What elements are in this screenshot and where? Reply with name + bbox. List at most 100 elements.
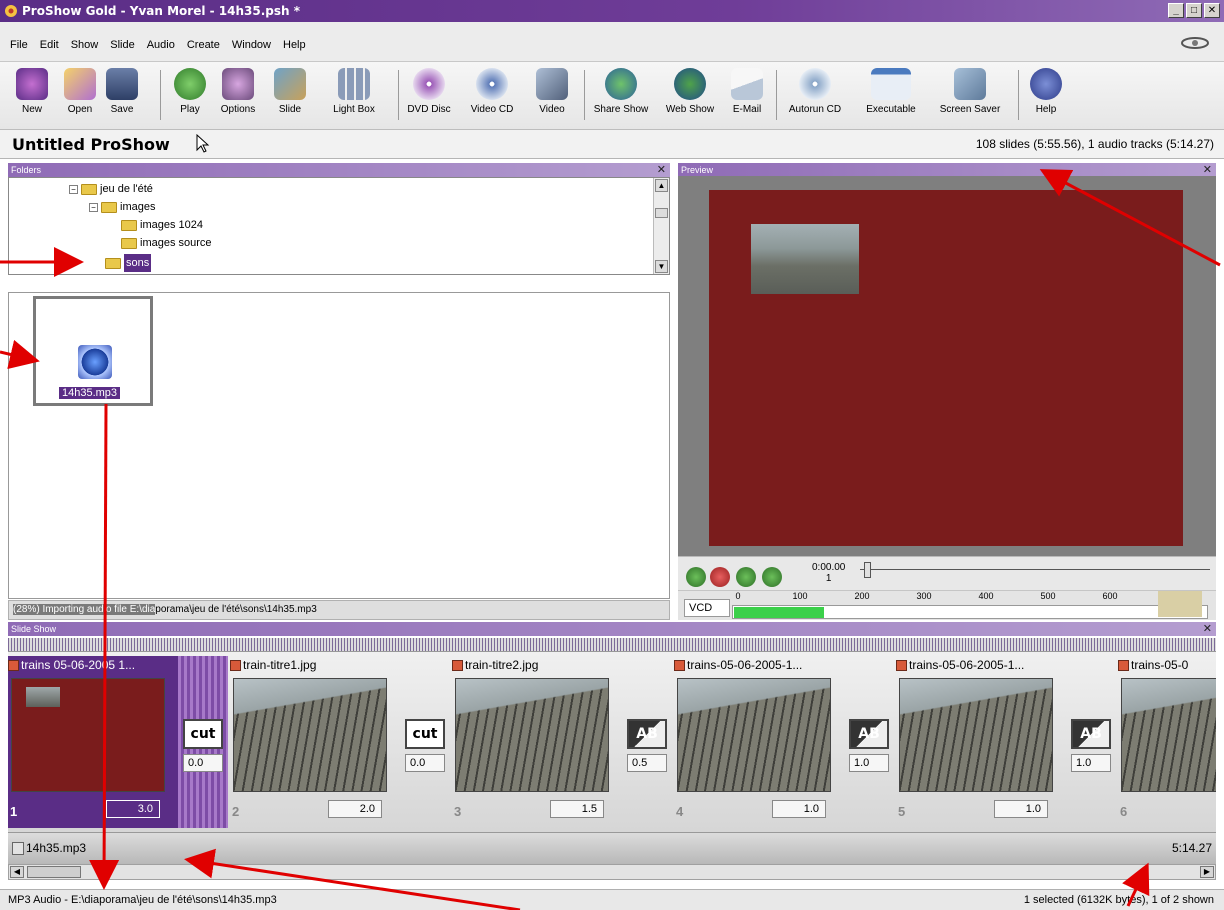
folders-scrollbar[interactable]: ▲ ▼ [653,178,669,274]
file-tile-mp3[interactable]: 14h35.mp3 [33,296,153,406]
transition-duration[interactable]: 0.0 [183,754,223,772]
save-button[interactable]: Save [104,68,140,115]
menu-audio[interactable]: Audio [147,39,175,51]
play-button[interactable]: Play [172,68,208,115]
vcd-tick-label: 300 [916,591,932,601]
collapse-icon[interactable]: − [89,202,98,212]
slide-4[interactable]: trains-05-06-2005-1... 4 1.0 [674,656,844,828]
scroll-right-icon[interactable]: ▶ [1200,866,1214,878]
slide-duration[interactable]: 1.0 [772,800,826,818]
slide-2[interactable]: train-titre1.jpg 2 2.0 [230,656,400,828]
stop-icon[interactable] [710,567,730,587]
video-cd-button[interactable]: Video CD [464,68,520,115]
transition-duration[interactable]: 0.0 [405,754,445,772]
crossfade-transition-icon[interactable]: AB [627,719,667,749]
vcd-limit-marker [1158,591,1202,617]
menu-help[interactable]: Help [283,39,306,51]
transition-duration[interactable]: 1.0 [849,754,889,772]
playback-controls: 0:00.00 1 [678,556,1216,590]
slide-3[interactable]: train-titre2.jpg 3 1.5 [452,656,622,828]
slide-number: 2 [232,804,240,819]
maximize-button[interactable]: □ [1186,3,1202,18]
tree-item-sons[interactable]: sons [105,254,152,272]
playback-slider-thumb[interactable] [864,562,871,578]
menu-show[interactable]: Show [71,39,99,51]
scroll-left-icon[interactable]: ◀ [10,866,24,878]
web-show-button[interactable]: Web Show [660,68,720,115]
menu-create[interactable]: Create [187,39,220,51]
transition-1[interactable]: cut 0.0 [178,656,228,828]
audio-track[interactable]: 14h35.mp3 5:14.27 [8,832,1216,864]
share-show-button[interactable]: Share Show [588,68,654,115]
crossfade-transition-icon[interactable]: AB [1071,719,1111,749]
playback-slider-track[interactable] [860,569,1210,570]
play-icon[interactable] [686,567,706,587]
scroll-thumb[interactable] [655,208,668,218]
tree-item-images[interactable]: − images [89,198,155,216]
folder-icon [81,183,97,195]
selected-file-path: MP3 Audio - E:\diaporama\jeu de l'été\so… [8,894,277,906]
open-button[interactable]: Open [62,68,98,115]
executable-button[interactable]: Executable [858,68,924,115]
dvd-disc-button[interactable]: DVD Disc [402,68,456,115]
slide-thumbnail [455,678,609,792]
slide-1[interactable]: trains 05-06-2005 1... 1 3.0 [8,656,178,828]
title-bar: ProShow Gold - Yvan Morel - 14h35.psh * … [0,0,1224,22]
scroll-down-icon[interactable]: ▼ [655,260,668,273]
preview-area [678,176,1216,556]
screen-saver-icon [954,68,986,100]
transition-duration[interactable]: 0.5 [627,754,667,772]
scroll-thumb[interactable] [27,866,81,878]
tree-item-images-1024[interactable]: images 1024 [121,216,203,234]
tree-item-jeu-de-lete[interactable]: − jeu de l'été [69,180,153,198]
scroll-up-icon[interactable]: ▲ [655,179,668,192]
slide-number: 6 [1120,804,1128,819]
video-camera-icon [536,68,568,100]
tree-item-images-source[interactable]: images source [121,234,212,252]
slide-duration[interactable]: 2.0 [328,800,382,818]
eye-logo-icon [1181,37,1209,49]
close-icon[interactable]: ✕ [657,163,666,177]
slide-duration[interactable]: 1.5 [550,800,604,818]
screen-saver-button[interactable]: Screen Saver [930,68,1010,115]
vcd-format-select[interactable]: VCD [684,599,730,617]
light-box-button[interactable]: Light Box [330,68,378,115]
cut-transition-icon[interactable]: cut [183,719,223,749]
transition-2[interactable]: cut 0.0 [400,656,450,828]
slide-header: trains-05-06-2005-1... [896,656,1066,674]
menu-window[interactable]: Window [232,39,271,51]
slide-5[interactable]: trains-05-06-2005-1... 5 1.0 [896,656,1066,828]
slide-thumbnail [677,678,831,792]
transition-5[interactable]: AB 1.0 [1066,656,1116,828]
menu-file[interactable]: File [10,39,28,51]
autorun-cd-button[interactable]: Autorun CD [780,68,850,115]
minimize-button[interactable]: _ [1168,3,1184,18]
menu-slide[interactable]: Slide [110,39,134,51]
slide-duration[interactable]: 3.0 [106,800,160,818]
slide-thumbnail [899,678,1053,792]
close-button[interactable]: ✕ [1204,3,1220,18]
image-file-icon [230,659,241,671]
cut-transition-icon[interactable]: cut [405,719,445,749]
slide-strip-scrollbar[interactable]: ◀ ▶ [8,864,1216,880]
close-icon[interactable]: ✕ [1203,163,1212,177]
next-icon[interactable] [762,567,782,587]
close-icon[interactable]: ✕ [1203,622,1212,636]
show-title[interactable]: Untitled ProShow [12,135,170,154]
vcd-used-fill [734,607,824,618]
help-button[interactable]: Help [1028,68,1064,115]
transition-duration[interactable]: 1.0 [1071,754,1111,772]
slide-duration[interactable]: 1.0 [994,800,1048,818]
slide-6[interactable]: trains-05-0 6 [1118,656,1216,828]
options-button[interactable]: Options [214,68,262,115]
video-button[interactable]: Video [532,68,572,115]
transition-4[interactable]: AB 1.0 [844,656,894,828]
collapse-icon[interactable]: − [69,184,78,194]
menu-edit[interactable]: Edit [40,39,59,51]
crossfade-transition-icon[interactable]: AB [849,719,889,749]
new-button[interactable]: New [14,68,50,115]
transition-3[interactable]: AB 0.5 [622,656,672,828]
email-button[interactable]: E-Mail [724,68,770,115]
slide-options-button[interactable]: Slide [272,68,308,115]
previous-icon[interactable] [736,567,756,587]
